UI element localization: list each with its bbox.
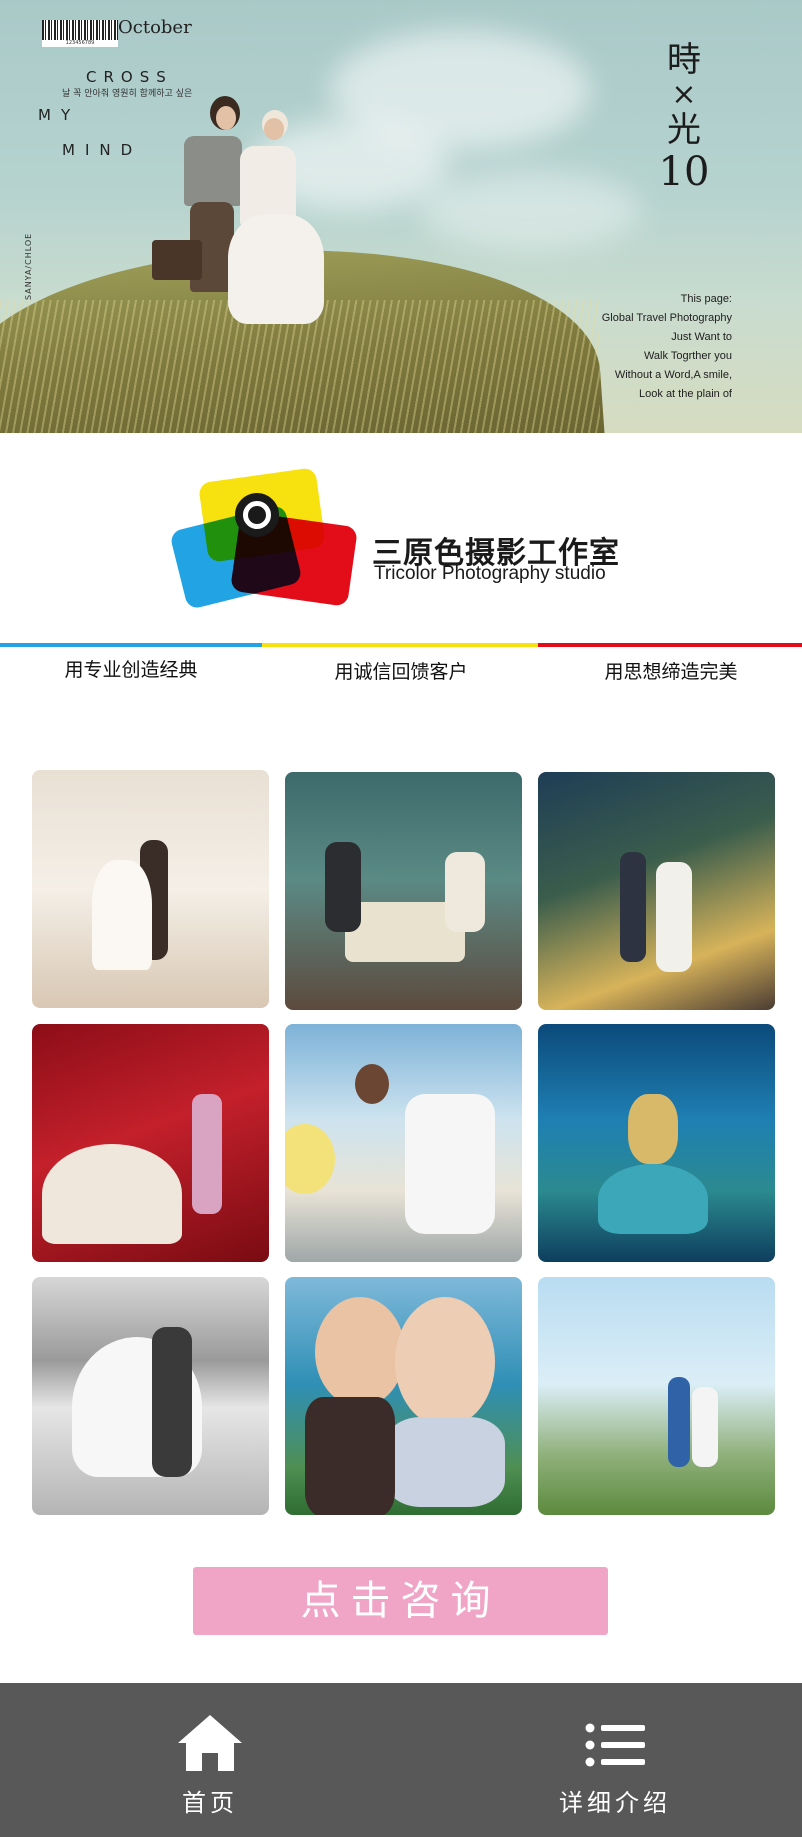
hero-title-number: 10 bbox=[658, 149, 710, 195]
bottom-nav: 首页 详细介绍 bbox=[0, 1683, 802, 1837]
hero-title-cross: × bbox=[671, 77, 697, 112]
wedding-photo-beach-bw[interactable] bbox=[32, 1277, 269, 1515]
tagline-line: Global Travel Photography bbox=[601, 312, 732, 324]
hero-title-char: 光 bbox=[667, 110, 701, 150]
wedding-photo-night-street[interactable] bbox=[538, 772, 775, 1010]
tagline-line: Just Want to bbox=[671, 331, 732, 343]
hero-banner: 123456789 October CROSS 날 꼭 안아줘 영원히 함께하고… bbox=[0, 0, 802, 433]
list-icon bbox=[585, 1723, 645, 1767]
couple-figure bbox=[152, 90, 340, 350]
hero-tagline: This page: Global Travel Photography Jus… bbox=[602, 290, 732, 404]
slogan-divider-red bbox=[538, 643, 802, 647]
hero-side-text: SANYA/CHLOE bbox=[24, 232, 33, 300]
wedding-photo-red-roses[interactable] bbox=[32, 1024, 269, 1262]
slogan-bar: 用专业创造经典 用诚信回馈客户 用思想缔造完美 bbox=[0, 643, 802, 693]
tagline-line: Without a Word,A smile, bbox=[614, 369, 732, 381]
wedding-photo-vintage-table[interactable] bbox=[285, 772, 522, 1010]
cloud bbox=[420, 170, 640, 250]
slogan-divider-yellow bbox=[262, 643, 538, 647]
wedding-photo-grass-field[interactable] bbox=[538, 1277, 775, 1515]
slogan-professional: 用专业创造经典 bbox=[64, 659, 198, 681]
nav-home-label: 首页 bbox=[182, 1789, 238, 1817]
brand-section: 三原色摄影工作室 Tricolor Photography studio bbox=[0, 433, 802, 643]
hero-title: 時 × 光 10 bbox=[654, 40, 714, 194]
nav-home[interactable]: 首页 bbox=[100, 1683, 320, 1837]
tricolor-logo-icon bbox=[169, 467, 358, 611]
slogan-integrity: 用诚信回馈客户 bbox=[334, 661, 468, 683]
nav-detail[interactable]: 详细介绍 bbox=[505, 1683, 725, 1837]
hero-my-text: MY bbox=[38, 106, 81, 124]
hero-script-line: 날 꼭 안아줘 영원히 함께하고 싶은 bbox=[62, 89, 193, 99]
hero-cross-text: CROSS bbox=[86, 68, 173, 86]
wedding-photo-palace-window[interactable] bbox=[32, 770, 269, 1008]
slogan-perfection: 用思想缔造完美 bbox=[604, 661, 738, 683]
tagline-line: Walk Togrther you bbox=[643, 350, 732, 362]
hero-mind-text: MIND bbox=[62, 141, 143, 159]
hero-title-char: 時 bbox=[667, 40, 701, 80]
tagline-line: Look at the plain of bbox=[639, 388, 732, 400]
wedding-photo-underwater-mermaid[interactable] bbox=[538, 1024, 775, 1262]
barcode-number: 123456789 bbox=[42, 40, 118, 47]
camera-lens-icon bbox=[235, 493, 279, 537]
wedding-photo-seaside-closeup[interactable] bbox=[285, 1277, 522, 1515]
hero-month: October bbox=[118, 17, 192, 38]
wedding-photo-balloon-building[interactable] bbox=[285, 1024, 522, 1262]
consult-button[interactable]: 点击咨询 bbox=[193, 1567, 608, 1635]
home-icon bbox=[178, 1715, 242, 1771]
barcode-graphic bbox=[42, 20, 118, 40]
brand-subtitle: Tricolor Photography studio bbox=[374, 563, 606, 584]
nav-detail-label: 详细介绍 bbox=[559, 1789, 671, 1817]
slogan-divider-blue bbox=[0, 643, 262, 647]
tagline-line: This page: bbox=[680, 293, 732, 305]
